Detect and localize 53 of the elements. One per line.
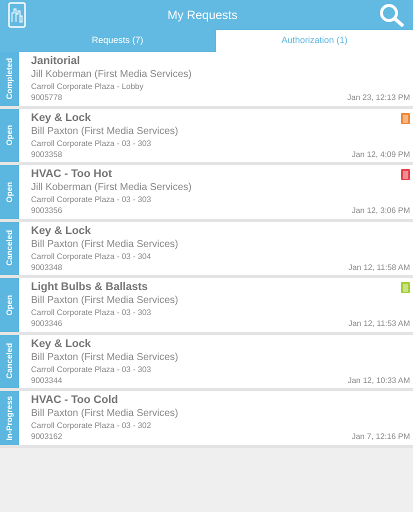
request-title: Key & Lock bbox=[31, 226, 92, 236]
request-card[interactable]: Open Light Bulbs & Ballasts Bill Paxton (First Media Services) Carroll Corporate Plaza - 03 - 303 9003346 Jan 12, 11:53 AM bbox=[0, 278, 413, 334]
requester-name: Jill Koberman (First Media Services) bbox=[31, 70, 193, 80]
request-title: Key & Lock bbox=[31, 112, 92, 124]
request-title: Janitorial bbox=[31, 56, 81, 67]
request-card[interactable]: Completed Janitorial Jill Koberman (First Media Services) Carroll Corporate Plaza - Lobby 9005778 Jan 23, 12:13 PM bbox=[0, 52, 413, 108]
request-card[interactable]: Open HVAC - Too Hot Jill Koberman (First Media Services) Carroll Corporate Plaza - 03 - 303 9003356 Jan 12, 3:06 PM bbox=[0, 165, 413, 222]
request-number: 9003358 bbox=[31, 150, 62, 158]
requester-name: Bill Paxton (First Media Services) bbox=[31, 409, 180, 419]
requester-name: Bill Paxton (First Media Services) bbox=[31, 240, 180, 250]
requester-name: Bill Paxton (First Media Services) bbox=[31, 126, 180, 136]
request-number: 9003348 bbox=[31, 264, 62, 272]
requester-name: Jill Koberman (First Media Services) bbox=[31, 183, 193, 193]
request-card[interactable]: Canceled Key & Lock Bill Paxton (First Media Services) Carroll Corporate Plaza - 03 - 303 9003344 Jan 12, 10:33 AM bbox=[0, 334, 413, 391]
status-label: Open bbox=[4, 182, 15, 202]
request-number: 9003356 bbox=[31, 207, 62, 215]
requester-name: Bill Paxton (First Media Services) bbox=[31, 296, 180, 306]
location-text: Carroll Corporate Plaza - Lobby bbox=[31, 83, 144, 91]
location-text: Carroll Corporate Plaza - 03 - 303 bbox=[31, 366, 152, 374]
request-date: Jan 12, 10:33 AM bbox=[348, 376, 410, 384]
request-title: Key & Lock bbox=[31, 338, 92, 350]
request-title: HVAC - Too Cold bbox=[31, 395, 119, 406]
status-label: Open bbox=[4, 125, 15, 146]
request-date: Jan 12, 11:53 AM bbox=[348, 320, 410, 328]
request-date: Jan 12, 4:09 PM bbox=[352, 150, 410, 158]
page-title: My Requests bbox=[167, 7, 238, 24]
request-date: Jan 12, 11:58 AM bbox=[348, 264, 410, 272]
location-text: Carroll Corporate Plaza - 03 - 303 bbox=[31, 196, 152, 204]
request-date: Jan 23, 12:13 PM bbox=[347, 94, 410, 102]
status-label: Canceled bbox=[4, 230, 14, 266]
request-number: 9003162 bbox=[31, 433, 62, 441]
building-logo-icon[interactable] bbox=[8, 2, 26, 28]
tab[interactable]: Authorization (1) bbox=[216, 30, 413, 52]
request-card[interactable]: Open Key & Lock Bill Paxton (First Media Services) Carroll Corporate Plaza - 03 - 303 9003358 Jan 12, 4:09 PM bbox=[0, 108, 413, 165]
request-date: Jan 7, 12:16 PM bbox=[352, 433, 410, 441]
request-card[interactable]: In-Progress HVAC - Too Cold Bill Paxton (First Media Services) Carroll Corporate Plaza - 03 - 302 9003162 Jan 7, 12:16 PM bbox=[0, 391, 413, 448]
status-label: In-Progress bbox=[4, 396, 15, 440]
status-label: Completed bbox=[4, 58, 15, 100]
status-label: Open bbox=[4, 294, 15, 315]
request-number: 9003344 bbox=[31, 376, 62, 384]
request-title: HVAC - Too Hot bbox=[31, 169, 113, 180]
location-text: Carroll Corporate Plaza - 03 - 303 bbox=[31, 309, 152, 317]
request-number: 9003346 bbox=[31, 320, 62, 328]
status-label: Canceled bbox=[4, 343, 14, 380]
location-text: Carroll Corporate Plaza - 03 - 304 bbox=[31, 252, 152, 260]
request-card[interactable]: Canceled Key & Lock Bill Paxton (First Media Services) Carroll Corporate Plaza - 03 - 304 9003348 Jan 12, 11:58 AM bbox=[0, 222, 413, 278]
request-title: Light Bulbs & Ballasts bbox=[31, 282, 149, 293]
request-number: 9005778 bbox=[31, 94, 62, 102]
request-date: Jan 12, 3:06 PM bbox=[352, 207, 410, 215]
location-text: Carroll Corporate Plaza - 03 - 303 bbox=[31, 140, 152, 148]
requester-name: Bill Paxton (First Media Services) bbox=[31, 352, 180, 362]
location-text: Carroll Corporate Plaza - 03 - 302 bbox=[31, 422, 152, 430]
search-icon[interactable] bbox=[379, 3, 405, 27]
